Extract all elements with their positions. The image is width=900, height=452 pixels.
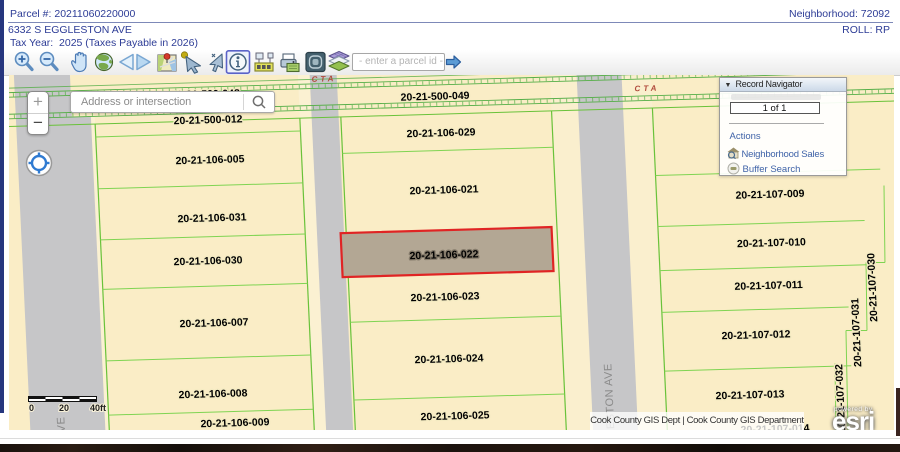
svg-text:20-21-107-009: 20-21-107-009 xyxy=(735,187,805,201)
svg-text:20-21-106-008: 20-21-106-008 xyxy=(178,387,248,401)
svg-text:20-21-107-012: 20-21-107-012 xyxy=(721,328,791,342)
svg-text:20-21-107-010: 20-21-107-010 xyxy=(737,236,807,250)
svg-text:20-21-500-012: 20-21-500-012 xyxy=(173,113,243,127)
svg-text:CTA: CTA xyxy=(311,75,336,84)
svg-text:20-21-106-005: 20-21-106-005 xyxy=(175,153,245,167)
svg-text:20-21-106-023: 20-21-106-023 xyxy=(410,290,480,304)
svg-text:20-21-106-009: 20-21-106-009 xyxy=(200,416,270,430)
svg-text:20-21-107-011: 20-21-107-011 xyxy=(734,278,803,292)
svg-text:20-21-106-025: 20-21-106-025 xyxy=(420,409,490,423)
svg-text:40ft: 40ft xyxy=(90,403,106,413)
svg-text:20-21-106-007: 20-21-106-007 xyxy=(179,316,249,330)
svg-text:CTA: CTA xyxy=(634,83,659,93)
svg-text:20-21-106-024: 20-21-106-024 xyxy=(414,352,484,366)
svg-text:20: 20 xyxy=(59,403,69,413)
svg-text:0: 0 xyxy=(29,403,34,413)
svg-text:20-21-106-031: 20-21-106-031 xyxy=(177,211,247,225)
svg-text:20-21-500-049: 20-21-500-049 xyxy=(400,89,470,103)
svg-text:20-21-106-029: 20-21-106-029 xyxy=(406,126,476,140)
svg-text:20-21-106-021: 20-21-106-021 xyxy=(409,183,479,197)
svg-text:20-21-106-030: 20-21-106-030 xyxy=(173,254,243,268)
svg-text:20-21-107-013: 20-21-107-013 xyxy=(715,388,785,402)
svg-text:20-21-106-022: 20-21-106-022 xyxy=(409,248,479,262)
